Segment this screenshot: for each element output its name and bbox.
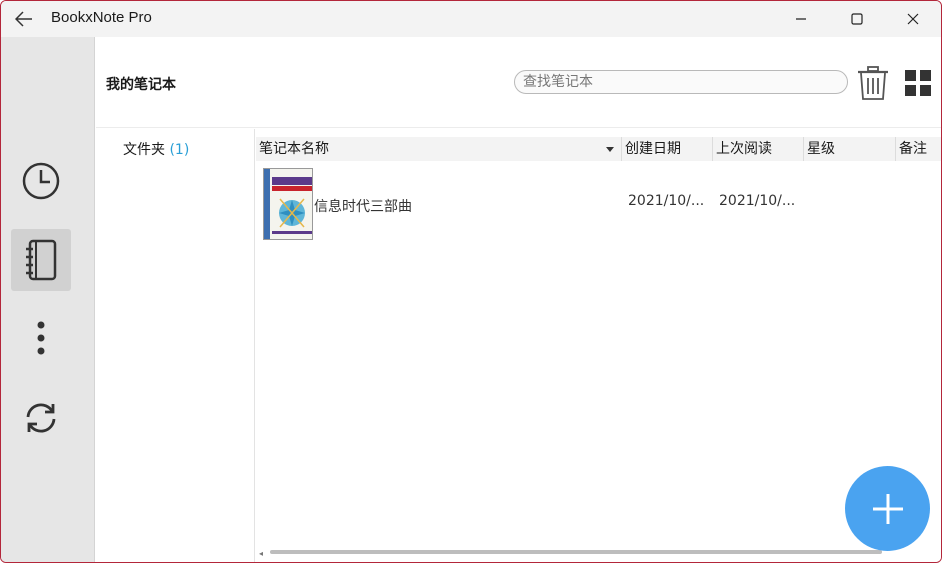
column-header-created[interactable]: 创建日期 <box>622 137 713 161</box>
table-header: 笔记本名称 创建日期 上次阅读 星级 备注 <box>256 137 941 161</box>
column-header-last-read[interactable]: 上次阅读 <box>713 137 804 161</box>
folder-item[interactable]: 文件夹 (1) <box>123 139 189 159</box>
table-row[interactable]: 信息时代三部曲 2021/10/... 2021/10/... <box>256 165 941 241</box>
notebooks-header: 我的笔记本 <box>96 37 941 128</box>
nav-recent[interactable] <box>11 150 71 212</box>
created-date: 2021/10/... <box>628 193 705 209</box>
close-button[interactable] <box>885 1 941 37</box>
nav-notebooks[interactable] <box>11 229 71 291</box>
book-cover <box>263 168 313 240</box>
title-bar[interactable]: BookxNote Pro <box>1 1 941 37</box>
back-button[interactable] <box>11 7 37 31</box>
maximize-button[interactable] <box>829 1 885 37</box>
plus-icon <box>872 493 903 524</box>
folder-label: 文件夹 <box>123 142 165 158</box>
horizontal-scrollbar[interactable]: ◂ <box>256 547 941 558</box>
delete-button[interactable] <box>854 64 892 102</box>
column-header-name[interactable]: 笔记本名称 <box>256 137 622 161</box>
scrollbar-thumb[interactable] <box>270 550 882 554</box>
grid-view-icon <box>905 70 931 96</box>
notebook-table: 笔记本名称 创建日期 上次阅读 星级 备注 信息时代三部曲 2021/10/..… <box>256 129 941 562</box>
maximize-icon <box>851 13 863 25</box>
notebook-name: 信息时代三部曲 <box>314 199 412 215</box>
notebook-icon <box>26 239 57 281</box>
clock-icon <box>22 162 60 200</box>
nav-sync[interactable] <box>11 387 71 449</box>
minimize-icon <box>796 18 806 20</box>
book-cover-art <box>264 169 312 239</box>
app-window: BookxNote Pro 我的笔记本 查找笔记本 文件夹 (1) 笔记本名称 … <box>0 0 942 563</box>
page-title: 我的笔记本 <box>106 77 176 93</box>
last-read-date: 2021/10/... <box>719 193 796 209</box>
nav-more[interactable] <box>11 307 71 369</box>
column-header-label: 笔记本名称 <box>259 141 329 157</box>
app-title: BookxNote Pro <box>51 9 152 26</box>
search-input[interactable] <box>514 70 848 94</box>
folder-count: (1) <box>169 142 190 158</box>
back-arrow-icon <box>15 11 32 27</box>
column-header-note[interactable]: 备注 <box>896 137 941 161</box>
sort-arrow-icon <box>606 147 614 152</box>
sync-icon <box>26 403 56 433</box>
scroll-left-icon[interactable]: ◂ <box>259 549 263 558</box>
grid-view-button[interactable] <box>902 67 934 99</box>
folder-panel: 文件夹 (1) <box>96 129 255 562</box>
minimize-button[interactable] <box>773 1 829 37</box>
navigation-rail <box>1 37 95 562</box>
add-notebook-button[interactable] <box>845 466 930 551</box>
trash-icon <box>858 66 888 100</box>
close-icon <box>907 13 919 25</box>
column-header-rating[interactable]: 星级 <box>804 137 896 161</box>
more-vertical-icon <box>37 321 45 355</box>
